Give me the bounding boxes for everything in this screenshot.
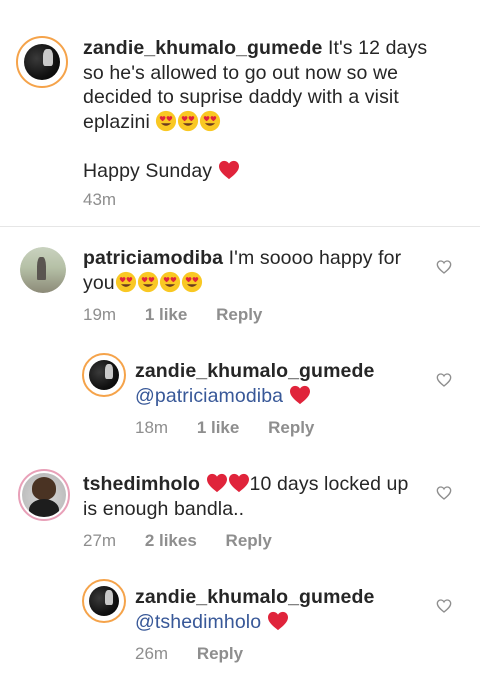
comment-username[interactable]: patriciamodiba xyxy=(83,247,223,269)
caption-avatar[interactable] xyxy=(16,36,68,88)
reply-meta: 26m Reply xyxy=(135,644,267,664)
comment-avatar[interactable] xyxy=(18,469,70,521)
comment-time: 27m xyxy=(83,531,117,550)
reply-button[interactable]: Reply xyxy=(226,531,272,550)
reply-time: 18m xyxy=(135,418,169,437)
red-heart-icon xyxy=(218,160,240,180)
reply-meta: 18m 1 like Reply xyxy=(135,418,338,438)
reply-avatar[interactable] xyxy=(82,353,126,397)
red-heart-icon xyxy=(267,611,289,631)
reply-button[interactable]: Reply xyxy=(216,305,262,324)
comment-meta: 27m 2 likes Reply xyxy=(83,531,296,551)
reply-button[interactable]: Reply xyxy=(197,644,243,663)
caption-text: zandie_khumalo_gumede It's 12 days so he… xyxy=(83,36,453,183)
caption-divider xyxy=(0,226,480,227)
comment-likes-link[interactable]: 2 likes xyxy=(145,531,197,550)
heart-eyes-icon xyxy=(115,272,203,294)
reply-username[interactable]: zandie_khumalo_gumede xyxy=(135,360,374,382)
post-caption: zandie_khumalo_gumede It's 12 days so he… xyxy=(0,0,480,226)
caption-username[interactable]: zandie_khumalo_gumede xyxy=(83,37,322,59)
red-heart-icon xyxy=(289,385,311,405)
reply-text: zandie_khumalo_gumede @patriciamodiba xyxy=(135,359,435,408)
reply-button[interactable]: Reply xyxy=(268,418,314,437)
caption-time: 43m xyxy=(83,190,117,209)
comment-text: tshedimholo 10 days locked up is enough … xyxy=(83,472,428,521)
reply-username[interactable]: zandie_khumalo_gumede xyxy=(135,586,374,608)
like-heart-icon[interactable] xyxy=(436,485,452,501)
heart-eyes-icon xyxy=(155,111,221,133)
reply-likes-link[interactable]: 1 like xyxy=(197,418,240,437)
caption-body-line2: Happy Sunday xyxy=(83,159,213,182)
reply-text: zandie_khumalo_gumede @tshedimholo xyxy=(135,585,435,634)
reply-avatar[interactable] xyxy=(82,579,126,623)
caption-meta: 43m xyxy=(83,190,140,210)
comment-time: 19m xyxy=(83,305,117,324)
reply-time: 26m xyxy=(135,644,169,663)
like-heart-icon[interactable] xyxy=(436,598,452,614)
mention-link[interactable]: @tshedimholo xyxy=(135,611,261,633)
comment-likes-link[interactable]: 1 like xyxy=(145,305,188,324)
mention-link[interactable]: @patriciamodiba xyxy=(135,385,283,407)
comment-text: patriciamodiba I'm soooo happy for you xyxy=(83,246,428,295)
red-heart-icon xyxy=(206,473,250,495)
comment-avatar[interactable] xyxy=(20,247,66,293)
like-heart-icon[interactable] xyxy=(436,259,452,275)
comment-username[interactable]: tshedimholo xyxy=(83,473,200,495)
comment-meta: 19m 1 like Reply xyxy=(83,305,286,325)
like-heart-icon[interactable] xyxy=(436,372,452,388)
